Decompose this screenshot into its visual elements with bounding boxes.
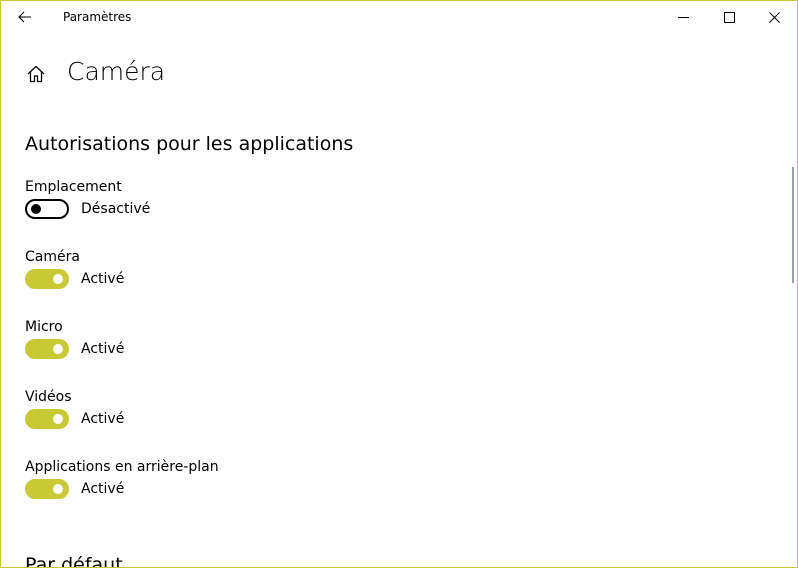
setting-label: Caméra xyxy=(25,249,80,265)
toggle-state-label: Activé xyxy=(81,271,125,287)
toggle-knob xyxy=(53,344,63,354)
setting-microphone: Micro Activé xyxy=(25,319,425,375)
toggle-knob xyxy=(31,204,41,214)
settings-window: Paramètres Caméra Autorisations pour les… xyxy=(0,0,798,568)
toggle-knob xyxy=(53,274,63,284)
setting-videos: Vidéos Activé xyxy=(25,389,425,445)
close-button[interactable] xyxy=(751,1,797,33)
maximize-icon xyxy=(723,11,735,23)
toggle-state-label: Activé xyxy=(81,481,125,497)
setting-label: Applications en arrière-plan xyxy=(25,459,219,475)
minimize-icon xyxy=(677,16,689,18)
toggle-knob xyxy=(53,484,63,494)
videos-toggle[interactable] xyxy=(25,409,69,429)
toggle-state-label: Activé xyxy=(81,341,125,357)
toggle-row: Activé xyxy=(25,409,124,429)
home-button[interactable] xyxy=(25,63,47,85)
setting-label: Emplacement xyxy=(25,179,122,195)
arrow-left-icon xyxy=(18,11,31,23)
toggle-state-label: Activé xyxy=(81,411,125,427)
microphone-toggle[interactable] xyxy=(25,339,69,359)
toggle-row: Activé xyxy=(25,479,124,499)
close-icon xyxy=(768,11,780,23)
toggle-row: Désactivé xyxy=(25,199,150,219)
setting-label: Micro xyxy=(25,319,63,335)
setting-location: Emplacement Désactivé xyxy=(25,179,425,235)
section-title-permissions: Autorisations pour les applications xyxy=(25,133,354,155)
toggle-row: Activé xyxy=(25,339,124,359)
window-title: Paramètres xyxy=(63,10,132,24)
toggle-row: Activé xyxy=(25,269,124,289)
background-apps-toggle[interactable] xyxy=(25,479,69,499)
toggle-state-label: Désactivé xyxy=(81,201,151,217)
minimize-button[interactable] xyxy=(660,1,706,33)
home-icon xyxy=(27,65,45,83)
toggle-knob xyxy=(53,414,63,424)
section-title-defaults: Par défaut xyxy=(25,554,123,568)
setting-label: Vidéos xyxy=(25,389,72,405)
location-toggle[interactable] xyxy=(25,199,69,219)
back-button[interactable] xyxy=(1,1,49,33)
title-bar: Paramètres xyxy=(1,1,797,33)
setting-camera: Caméra Activé xyxy=(25,249,425,305)
setting-background-apps: Applications en arrière-plan Activé xyxy=(25,459,425,515)
camera-toggle[interactable] xyxy=(25,269,69,289)
page-title: Caméra xyxy=(67,57,166,86)
vertical-scrollbar[interactable] xyxy=(792,167,794,283)
maximize-button[interactable] xyxy=(706,1,752,33)
